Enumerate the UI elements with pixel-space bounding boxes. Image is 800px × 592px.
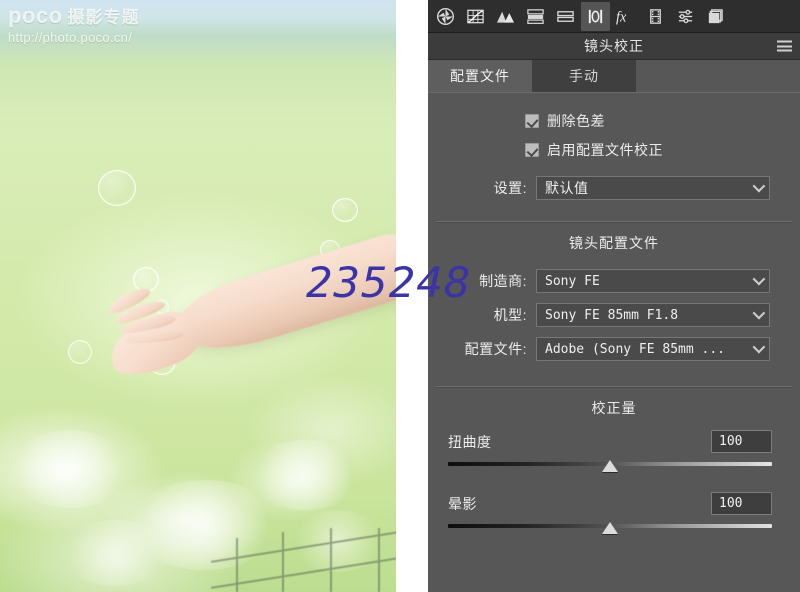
chevron-down-icon — [752, 340, 766, 354]
slider-track-distortion[interactable] — [448, 458, 772, 476]
bokeh-blob — [60, 520, 170, 586]
panel-tabs: 配置文件 手动 — [428, 60, 800, 93]
profile-select[interactable]: Adobe (Sony FE 85mm ... — [536, 337, 770, 361]
snapshots-icon[interactable] — [701, 2, 730, 31]
slider-value-vignetting[interactable]: 100 — [711, 492, 772, 515]
model-value: Sony FE 85mm F1.8 — [545, 307, 679, 323]
bokeh-blob — [10, 430, 130, 508]
settings-select[interactable]: 默认值 — [536, 176, 770, 200]
chevron-down-icon — [752, 272, 766, 286]
model-label: 机型: — [493, 307, 527, 323]
lens-profile-heading: 镜头配置文件 — [569, 235, 659, 251]
overlay-number: 235248 — [306, 258, 472, 307]
bubble — [98, 170, 136, 206]
settings-value: 默认值 — [545, 180, 589, 196]
model-select[interactable]: Sony FE 85mm F1.8 — [536, 303, 770, 327]
calibration-icon[interactable] — [641, 2, 670, 31]
checkbox-label: 删除色差 — [547, 113, 605, 129]
svg-text:fx: fx — [616, 9, 627, 25]
checkbox-row-remove-chromatic-aberration[interactable]: 删除色差 — [525, 111, 800, 131]
profile-value: Adobe (Sony FE 85mm ... — [545, 341, 726, 357]
chevron-down-icon — [752, 306, 766, 320]
settings-row: 设置: 默认值 — [428, 176, 800, 200]
settings-label: 设置: — [493, 180, 527, 196]
slider-value-distortion[interactable]: 100 — [711, 430, 772, 453]
panel-body: 删除色差 启用配置文件校正 设置: 默认值 镜头配置文件 制造商: Sony F… — [428, 93, 800, 592]
slider-distortion: 扭曲度 100 — [428, 430, 800, 476]
slider-label-vignetting: 晕影 — [448, 495, 477, 512]
manufacturer-row: 制造商: Sony FE — [428, 269, 800, 293]
bokeh-blob — [250, 440, 360, 510]
tab-manual[interactable]: 手动 — [532, 60, 636, 92]
lens-correction-panel: fx 镜头校正 配置文件 手动 删除色差 启用配置文件校正 设置: 默认值 镜头… — [428, 0, 800, 592]
slider-thumb-distortion[interactable] — [602, 460, 618, 472]
slider-vignetting: 晕影 100 — [428, 492, 800, 538]
fence — [210, 528, 396, 592]
presets-icon[interactable] — [671, 2, 700, 31]
color-grading-icon[interactable] — [551, 2, 580, 31]
correction-amount-heading: 校正量 — [591, 400, 637, 416]
slider-label-distortion: 扭曲度 — [448, 433, 492, 450]
app-root: poco 摄影专题 http://photo.poco.cn/ 235248 f… — [0, 0, 800, 592]
manufacturer-select[interactable]: Sony FE — [536, 269, 770, 293]
model-row: 机型: Sony FE 85mm F1.8 — [428, 303, 800, 327]
panel-title: 镜头校正 — [584, 38, 644, 54]
checkbox-label: 启用配置文件校正 — [547, 142, 663, 158]
profile-row: 配置文件: Adobe (Sony FE 85mm ... — [428, 337, 800, 361]
checkbox-enable-profile-corrections[interactable] — [525, 143, 539, 157]
hamburger-menu-icon[interactable] — [777, 40, 792, 52]
tone-curve-icon[interactable] — [461, 2, 490, 31]
profile-label: 配置文件: — [464, 341, 527, 357]
checkbox-row-enable-profile-corrections[interactable]: 启用配置文件校正 — [525, 140, 800, 160]
slider-thumb-vignetting[interactable] — [602, 522, 618, 534]
panel-title-bar: 镜头校正 — [428, 33, 800, 60]
effects-fx-icon[interactable]: fx — [611, 2, 640, 31]
bubble — [332, 198, 358, 222]
checkbox-group: 删除色差 启用配置文件校正 — [428, 93, 800, 160]
detail-icon[interactable] — [491, 2, 520, 31]
basic-adjustments-icon[interactable] — [431, 2, 460, 31]
chevron-down-icon — [752, 179, 766, 193]
panel-toolbar: fx — [428, 0, 800, 33]
color-mixer-icon[interactable] — [521, 2, 550, 31]
tab-profile[interactable]: 配置文件 — [428, 60, 532, 92]
lens-corrections-icon[interactable] — [581, 1, 610, 31]
bubble — [68, 340, 92, 364]
slider-track-vignetting[interactable] — [448, 520, 772, 538]
manufacturer-value: Sony FE — [545, 273, 600, 289]
checkbox-remove-chromatic-aberration[interactable] — [525, 114, 539, 128]
